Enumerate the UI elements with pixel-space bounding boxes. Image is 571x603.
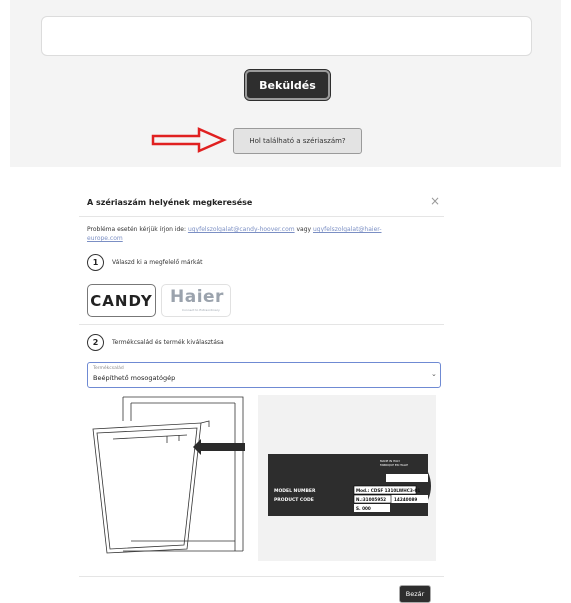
brand-candy-button[interactable]: CANDY xyxy=(87,284,156,317)
dishwasher-illustration xyxy=(92,396,245,554)
problem-or: vagy xyxy=(294,226,313,233)
product-code-value-a: N.:31005952 xyxy=(356,497,386,502)
problem-contact-text: Probléma esetén kérjük írjon ide: ugyfel… xyxy=(87,225,417,243)
header-divider xyxy=(79,216,444,217)
close-icon[interactable]: × xyxy=(430,195,440,207)
product-code-key: PRODUCT CODE xyxy=(274,497,314,503)
serial-rating-plate: MADE IN ITALY FABRIQUE EN ITALIE MODEL N… xyxy=(268,454,431,516)
form-area: Beküldés Hol található a szériaszám? xyxy=(10,0,561,167)
step-1-number: 1 xyxy=(87,254,104,271)
close-button[interactable]: Bezár xyxy=(399,585,431,603)
candy-support-email-link[interactable]: ugyfelszolgalat@candy-hoover.com xyxy=(188,226,295,233)
red-arrow-icon xyxy=(151,127,227,153)
haier-logo: Haier xyxy=(170,287,224,307)
footer-divider xyxy=(79,576,444,577)
serial-locator-modal: A szériaszám helyének megkeresése × Prob… xyxy=(79,188,444,603)
select-value: Beépíthető mosogatógép xyxy=(93,374,176,382)
chevron-down-icon: ⌄ xyxy=(431,370,437,378)
problem-prefix: Probléma esetén kérjük írjon ide: xyxy=(87,226,188,233)
modal-title: A szériaszám helyének megkeresése xyxy=(87,198,253,207)
step-2: 2 Termékcsalád és termék kiválasztása xyxy=(87,334,224,351)
step-1-label: Válaszd ki a megfelelő márkát xyxy=(112,259,203,266)
haier-tagline: Connect to Extraordinary xyxy=(182,308,220,312)
candy-logo: CANDY xyxy=(90,291,153,310)
submit-button[interactable]: Beküldés xyxy=(244,69,331,101)
step-2-number: 2 xyxy=(87,334,104,351)
step-1: 1 Válaszd ki a megfelelő márkát xyxy=(87,254,202,271)
where-is-serial-button[interactable]: Hol található a szériaszám? xyxy=(233,128,362,154)
product-code-value-b: 14240089 xyxy=(394,497,417,502)
made-in-text-2: FABRIQUE EN ITALIE xyxy=(380,463,408,467)
serial-number-input[interactable] xyxy=(41,16,532,56)
model-number-value: Mod.: CDSF 1310LWHC3-01 xyxy=(356,488,420,493)
select-label: Termékcsalád xyxy=(93,366,124,371)
brand-divider xyxy=(79,324,444,325)
product-family-select[interactable]: Termékcsalád Beépíthető mosogatógép ⌄ xyxy=(87,362,441,388)
model-number-key: MODEL NUMBER xyxy=(274,488,316,494)
step-2-label: Termékcsalád és termék kiválasztása xyxy=(112,339,224,346)
extra-value: S. 000 xyxy=(356,506,371,511)
brand-haier-button[interactable]: Haier Connect to Extraordinary xyxy=(161,284,231,317)
serial-label-illustration: MADE IN ITALY FABRIQUE EN ITALIE MODEL N… xyxy=(258,395,436,561)
